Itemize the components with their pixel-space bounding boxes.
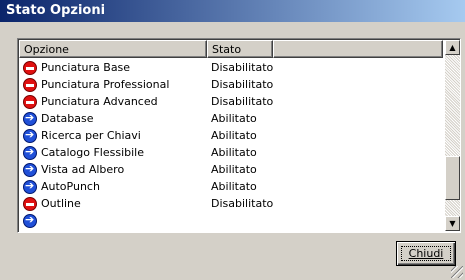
- column-header-option[interactable]: Opzione: [19, 40, 207, 58]
- column-header-empty[interactable]: [273, 40, 443, 58]
- close-button[interactable]: Chiudi: [396, 241, 456, 266]
- list-rows: Punciatura Base Disabilitato Punciatura …: [19, 60, 443, 230]
- enabled-icon: [23, 128, 37, 143]
- options-status-dialog: Stato Opzioni Opzione Stato Punciatura B…: [0, 0, 465, 280]
- list-item-partial[interactable]: [19, 213, 443, 230]
- option-status: Abilitato: [211, 163, 257, 176]
- option-status: Disabilitato: [211, 95, 274, 108]
- option-label: Database: [41, 112, 94, 125]
- disabled-icon: [23, 78, 37, 92]
- list-item[interactable]: Ricerca per Chiavi Abilitato: [19, 128, 443, 145]
- option-status: Disabilitato: [211, 61, 274, 74]
- option-status: Abilitato: [211, 112, 257, 125]
- option-status: Abilitato: [211, 129, 257, 142]
- enabled-icon: [23, 213, 37, 228]
- list-header: Opzione Stato: [19, 40, 443, 58]
- enabled-icon: [23, 162, 37, 177]
- close-button-label: Chiudi: [408, 247, 444, 260]
- vertical-scrollbar[interactable]: ▲ ▼: [445, 40, 460, 231]
- enabled-icon: [23, 111, 37, 126]
- window-title: Stato Opzioni: [6, 3, 106, 18]
- column-header-status-label: Stato: [212, 43, 242, 56]
- options-list[interactable]: Opzione Stato Punciatura Base Disabilita…: [17, 38, 461, 233]
- column-header-option-label: Opzione: [24, 43, 69, 56]
- disabled-icon: [23, 95, 37, 109]
- option-label: Punciatura Advanced: [41, 95, 158, 108]
- option-status: Abilitato: [211, 180, 257, 193]
- resize-grip-icon[interactable]: [451, 266, 463, 278]
- option-label: AutoPunch: [41, 180, 100, 193]
- disabled-icon: [23, 197, 37, 211]
- option-label: Catalogo Flessibile: [41, 146, 145, 159]
- option-status: Disabilitato: [211, 197, 274, 210]
- enabled-icon: [23, 145, 37, 160]
- option-label: Vista ad Albero: [41, 163, 125, 176]
- list-item[interactable]: Punciatura Base Disabilitato: [19, 60, 443, 77]
- option-label: Ricerca per Chiavi: [41, 129, 141, 142]
- scroll-thumb[interactable]: [445, 156, 460, 200]
- list-item[interactable]: Database Abilitato: [19, 111, 443, 128]
- scroll-up-button[interactable]: ▲: [445, 40, 460, 55]
- option-status: Disabilitato: [211, 78, 274, 91]
- list-item[interactable]: Vista ad Albero Abilitato: [19, 162, 443, 179]
- enabled-icon: [23, 179, 37, 194]
- option-label: Outline: [41, 197, 81, 210]
- option-label: Punciatura Professional: [41, 78, 170, 91]
- list-item[interactable]: Catalogo Flessibile Abilitato: [19, 145, 443, 162]
- scroll-down-button[interactable]: ▼: [445, 216, 460, 231]
- list-item[interactable]: AutoPunch Abilitato: [19, 179, 443, 196]
- list-item[interactable]: Punciatura Advanced Disabilitato: [19, 94, 443, 111]
- disabled-icon: [23, 61, 37, 75]
- title-bar[interactable]: Stato Opzioni: [0, 0, 465, 22]
- option-status: Abilitato: [211, 146, 257, 159]
- list-item[interactable]: Outline Disabilitato: [19, 196, 443, 213]
- list-item[interactable]: Punciatura Professional Disabilitato: [19, 77, 443, 94]
- option-label: Punciatura Base: [41, 61, 131, 74]
- column-header-status[interactable]: Stato: [207, 40, 273, 58]
